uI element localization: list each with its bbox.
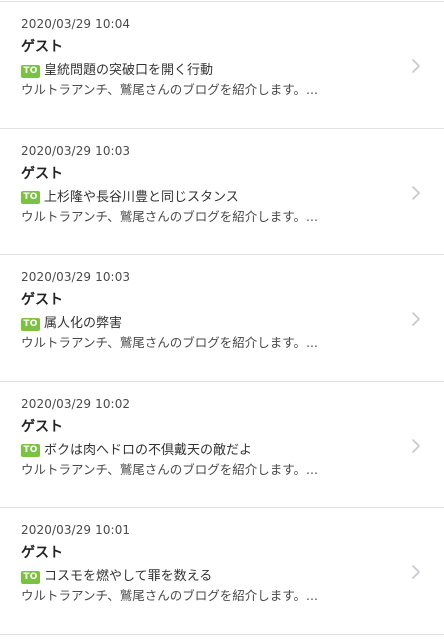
entry-excerpt: ウルトラアンチ、鷲尾さんのブログを紹介します。...	[21, 208, 318, 224]
comment-list-page: 2020/03/29 10:04 ゲスト TO 皇統問題の突破口を開く行動 ウル…	[0, 0, 444, 640]
entry-date: 2020/03/29 10:02	[21, 396, 131, 411]
to-badge: TO	[21, 317, 40, 331]
chevron-right-icon[interactable]	[410, 58, 422, 74]
list-item[interactable]: 2020/03/29 10:03 ゲスト TO 属人化の弊害 ウルトラアンチ、鷲…	[0, 255, 444, 382]
entry-author: ゲスト	[21, 545, 63, 561]
entry-author: ゲスト	[21, 418, 63, 435]
to-badge: TO	[21, 64, 40, 78]
entry-title-row: TO ボクは肉へドロの不倶戴天の敵だよ	[21, 442, 252, 460]
chevron-right-icon[interactable]	[410, 185, 422, 201]
list-item[interactable]: 2020/03/29 10:04 ゲスト TO 皇統問題の突破口を開く行動 ウル…	[0, 2, 444, 129]
to-badge: TO	[21, 570, 40, 584]
chevron-right-icon[interactable]	[410, 564, 422, 580]
entry-date: 2020/03/29 10:01	[21, 523, 131, 537]
entry-list: 2020/03/29 10:04 ゲスト TO 皇統問題の突破口を開く行動 ウル…	[0, 2, 444, 635]
list-item[interactable]: 2020/03/29 10:02 ゲスト TO ボクは肉へドロの不倶戴天の敵だよ…	[0, 382, 444, 508]
entry-title-row: TO 皇統問題の突破口を開く行動	[21, 62, 213, 80]
list-item[interactable]: 2020/03/29 10:01 ゲスト TO コスモを燃やして罪を数える ウル…	[0, 508, 444, 635]
entry-title: ボクは肉へドロの不倶戴天の敵だよ	[44, 442, 253, 458]
list-item[interactable]: 2020/03/29 10:03 ゲスト TO 上杉隆や長谷川豊と同じスタンス …	[0, 129, 444, 255]
entry-title-row: TO コスモを燃やして罪を数える	[21, 568, 212, 586]
entry-title: 皇統問題の突破口を開く行動	[44, 63, 214, 78]
entry-author: ゲスト	[21, 165, 63, 182]
entry-title-row: TO 属人化の弊害	[21, 315, 122, 333]
entry-date: 2020/03/29 10:03	[21, 270, 131, 284]
entry-excerpt: ウルトラアンチ、鷲尾さんのブログを紹介します。...	[21, 82, 318, 97]
chevron-right-icon[interactable]	[410, 438, 422, 454]
entry-author: ゲスト	[21, 39, 63, 55]
entry-title: コスモを燃やして罪を数える	[44, 569, 213, 584]
entry-excerpt: ウルトラアンチ、鷲尾さんのブログを紹介します。...	[21, 588, 318, 603]
entry-title: 属人化の弊害	[44, 316, 123, 331]
entry-author: ゲスト	[21, 292, 63, 308]
entry-title: 上杉隆や長谷川豊と同じスタンス	[44, 189, 239, 205]
chevron-right-icon[interactable]	[410, 311, 422, 327]
to-badge: TO	[21, 444, 40, 457]
entry-excerpt: ウルトラアンチ、鷲尾さんのブログを紹介します。...	[21, 335, 318, 350]
entry-date: 2020/03/29 10:04	[21, 17, 131, 31]
entry-excerpt: ウルトラアンチ、鷲尾さんのブログを紹介します。...	[21, 461, 318, 477]
to-badge: TO	[21, 191, 40, 204]
entry-title-row: TO 上杉隆や長谷川豊と同じスタンス	[21, 189, 239, 207]
entry-date: 2020/03/29 10:03	[21, 143, 131, 158]
